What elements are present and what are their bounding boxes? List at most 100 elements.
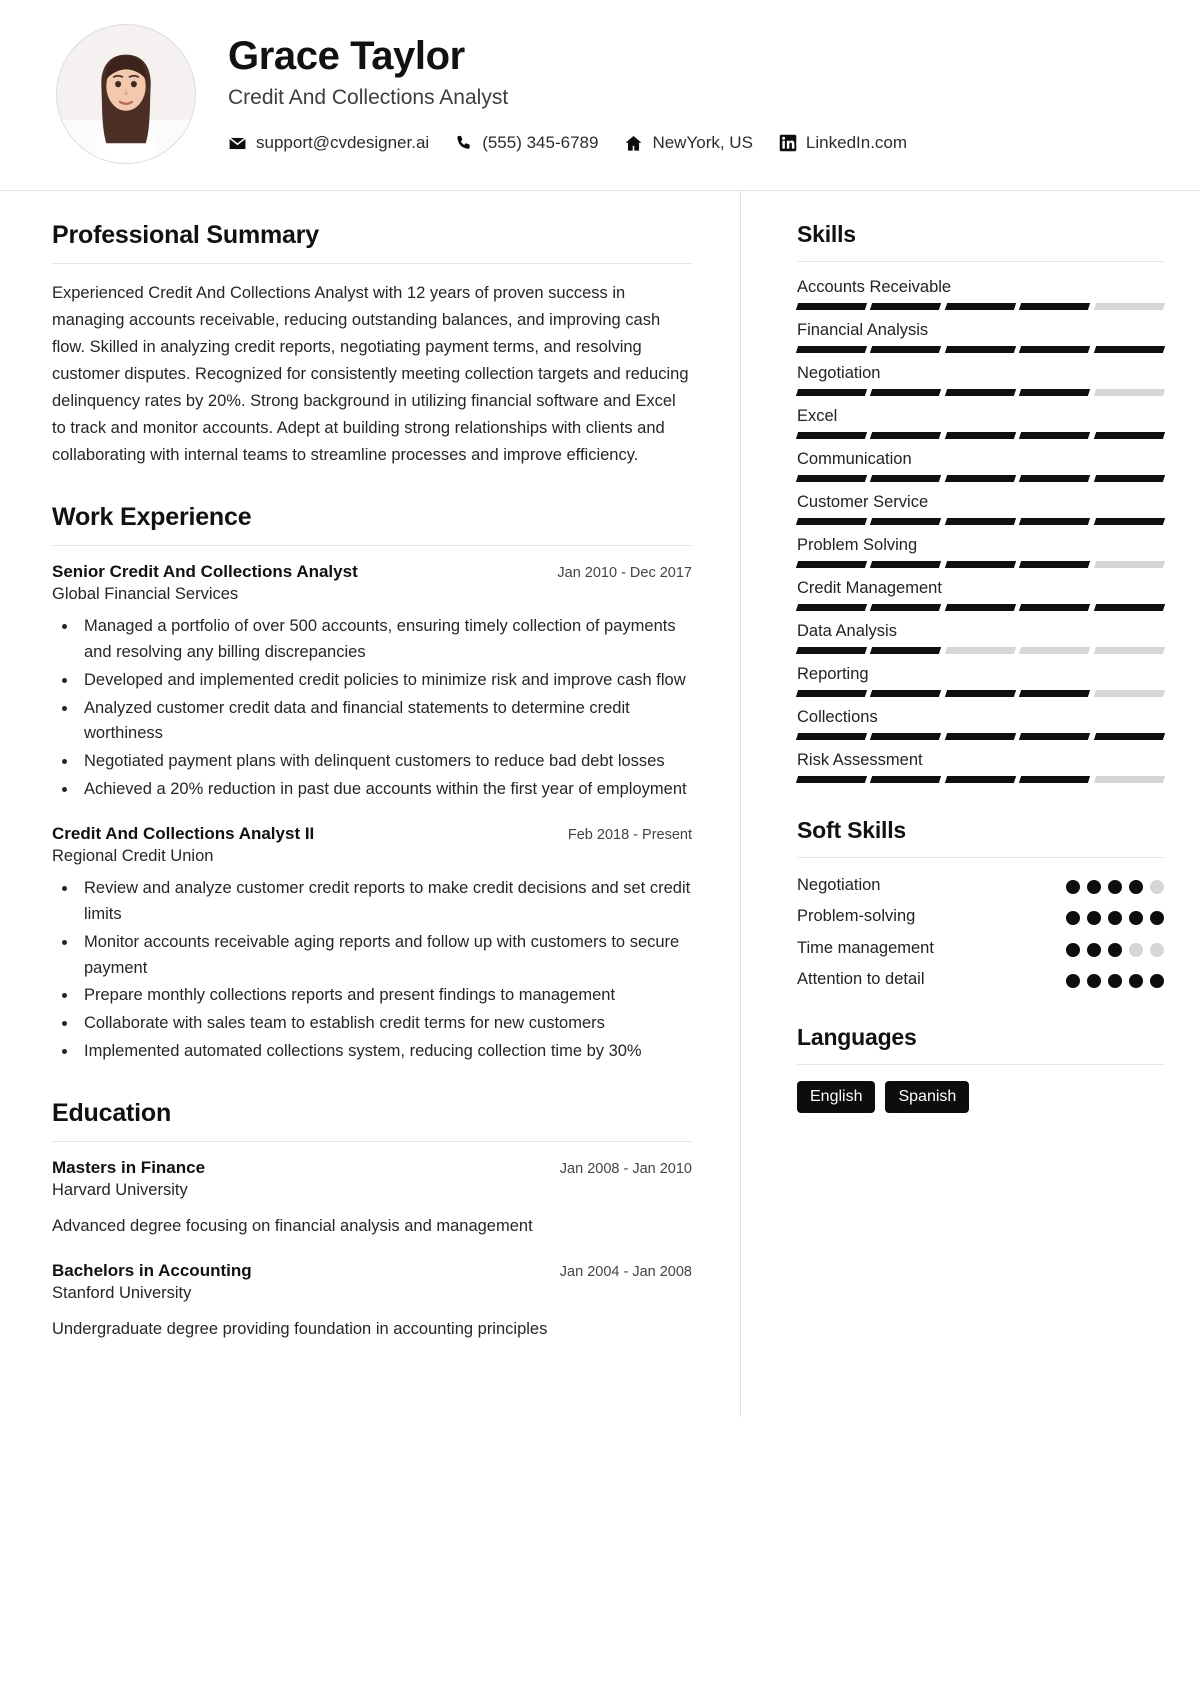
soft-skill-dot: [1129, 911, 1143, 926]
contact-location[interactable]: NewYork, US: [624, 133, 753, 153]
divider: [797, 261, 1164, 262]
skill-level-segment: [1019, 475, 1091, 482]
skill-level-segment: [795, 303, 868, 310]
education-entry: Masters in Finance Jan 2008 - Jan 2010 Har…: [52, 1158, 692, 1240]
section-heading-soft-skills: Soft Skills: [797, 817, 906, 843]
skill-level-segment: [1093, 776, 1166, 783]
skill-level-segment: [1093, 389, 1166, 396]
skill-item: Data Analysis: [795, 622, 1166, 654]
skill-item: Reporting: [795, 665, 1166, 697]
soft-skill-name: Negotiation: [797, 876, 881, 894]
education-degree: Bachelors in Accounting: [52, 1261, 252, 1281]
skill-item: Collections: [795, 708, 1166, 740]
education-date: Jan 2008 - Jan 2010: [559, 1160, 692, 1177]
skill-level-segment: [870, 561, 942, 568]
skill-level-segment: [870, 346, 942, 353]
education-school: Harvard University: [52, 1180, 188, 1199]
skill-item: Excel: [795, 407, 1166, 439]
experience-entry-header: Senior Credit And Collections Analyst Jan…: [52, 562, 692, 582]
soft-skill-dot: [1066, 942, 1080, 957]
contact-phone[interactable]: (555) 345-6789: [455, 133, 598, 153]
resume-body: Professional Summary Experienced Credit …: [0, 191, 1200, 1417]
soft-skill-item: Problem-solving: [797, 905, 1164, 927]
soft-skill-item: Time management: [797, 937, 1164, 959]
skill-level-segment: [1093, 518, 1166, 525]
skill-level-bar: [795, 432, 1166, 439]
skill-level-segment: [870, 432, 942, 439]
skill-name: Data Analysis: [797, 622, 897, 640]
skill-level-segment: [1019, 690, 1091, 697]
experience-entry: Senior Credit And Collections Analyst Jan…: [52, 562, 692, 802]
soft-skill-name: Time management: [797, 938, 934, 957]
skill-level-bar: [795, 690, 1166, 697]
sidebar-column: Skills Accounts Receivable Financial Anal…: [740, 191, 1200, 1417]
skill-level-segment: [1093, 346, 1166, 353]
divider: [52, 263, 692, 264]
contact-email[interactable]: support@cvdesigner.ai: [228, 133, 429, 153]
education-entry-header: Masters in Finance Jan 2008 - Jan 2010: [52, 1158, 692, 1178]
skill-level-segment: [795, 432, 868, 439]
experience-date: Jan 2010 - Dec 2017: [557, 565, 692, 582]
skill-item: Communication: [795, 450, 1166, 482]
education-entry-header: Bachelors in Accounting Jan 2004 - Jan 20…: [52, 1261, 692, 1281]
language-chip: English: [797, 1081, 876, 1114]
skill-name: Financial Analysis: [797, 321, 929, 339]
skill-name: Credit Management: [797, 579, 942, 597]
skill-level-segment: [944, 733, 1017, 740]
skill-name: Accounts Receivable: [797, 278, 952, 296]
contact-location-value: NewYork, US: [652, 133, 753, 152]
skill-level-segment: [1019, 776, 1091, 783]
skills-list: Accounts Receivable Financial Analysis Neg…: [795, 278, 1166, 783]
contact-email-value: support@cvdesigner.ai: [256, 133, 430, 152]
experience-bullet: Monitor accounts receivable aging report…: [78, 930, 692, 981]
experience-bullet: Implemented automated collections system…: [78, 1039, 692, 1065]
skill-name: Reporting: [797, 665, 869, 683]
skill-item: Risk Assessment: [795, 751, 1166, 783]
divider: [52, 1140, 692, 1142]
skill-level-bar: [795, 561, 1166, 568]
section-professional-summary: Professional Summary Experienced Credit …: [52, 221, 692, 469]
skill-level-segment: [870, 604, 942, 611]
section-heading-languages: Languages: [797, 1024, 917, 1051]
skill-level-bar: [795, 518, 1166, 525]
skill-level-segment: [944, 389, 1017, 396]
skill-item: Financial Analysis: [795, 321, 1166, 353]
skill-name: Excel: [797, 407, 838, 425]
skill-name: Communication: [797, 450, 912, 468]
skill-item: Problem Solving: [795, 536, 1166, 568]
soft-skill-dot: [1066, 973, 1080, 988]
skill-level-segment: [1093, 561, 1166, 568]
skill-level-bar: [795, 475, 1166, 482]
skill-level-segment: [1093, 432, 1166, 439]
skill-level-segment: [1093, 733, 1166, 740]
skill-level-segment: [870, 303, 942, 310]
skill-level-bar: [795, 303, 1166, 310]
experience-bullet-list: Review and analyze customer credit repor…: [78, 876, 692, 1064]
contact-linkedin-value: LinkedIn.com: [805, 133, 908, 152]
experience-role: Senior Credit And Collections Analyst: [52, 562, 358, 582]
soft-skills-list: Negotiation Problem-solving Time managemen…: [797, 874, 1164, 990]
experience-organization: Regional Credit Union: [52, 847, 214, 866]
soft-skill-rating: [1066, 968, 1164, 988]
skill-level-segment: [944, 432, 1017, 439]
job-title: Credit And Collections Analyst: [228, 86, 509, 109]
language-chip: Spanish: [885, 1081, 970, 1114]
resume-page: Grace Taylor Credit And Collections Anal…: [0, 0, 1200, 1684]
skill-name: Negotiation: [797, 364, 881, 382]
skill-level-bar: [795, 647, 1166, 654]
main-column: Professional Summary Experienced Credit …: [0, 191, 740, 1417]
skill-level-segment: [1019, 432, 1091, 439]
contact-linkedin[interactable]: LinkedIn.com: [779, 133, 907, 153]
skill-level-segment: [870, 690, 942, 697]
skill-level-segment: [944, 647, 1017, 654]
soft-skill-dot: [1150, 973, 1164, 988]
phone-icon: [455, 134, 473, 152]
skill-level-segment: [1019, 303, 1091, 310]
summary-text: Experienced Credit And Collections Analy…: [52, 284, 689, 465]
soft-skill-dot: [1087, 973, 1101, 988]
skill-level-segment: [944, 475, 1017, 482]
skill-level-segment: [944, 518, 1017, 525]
skill-level-bar: [795, 604, 1166, 611]
skill-level-bar: [795, 389, 1166, 396]
education-school: Stanford University: [52, 1284, 192, 1303]
